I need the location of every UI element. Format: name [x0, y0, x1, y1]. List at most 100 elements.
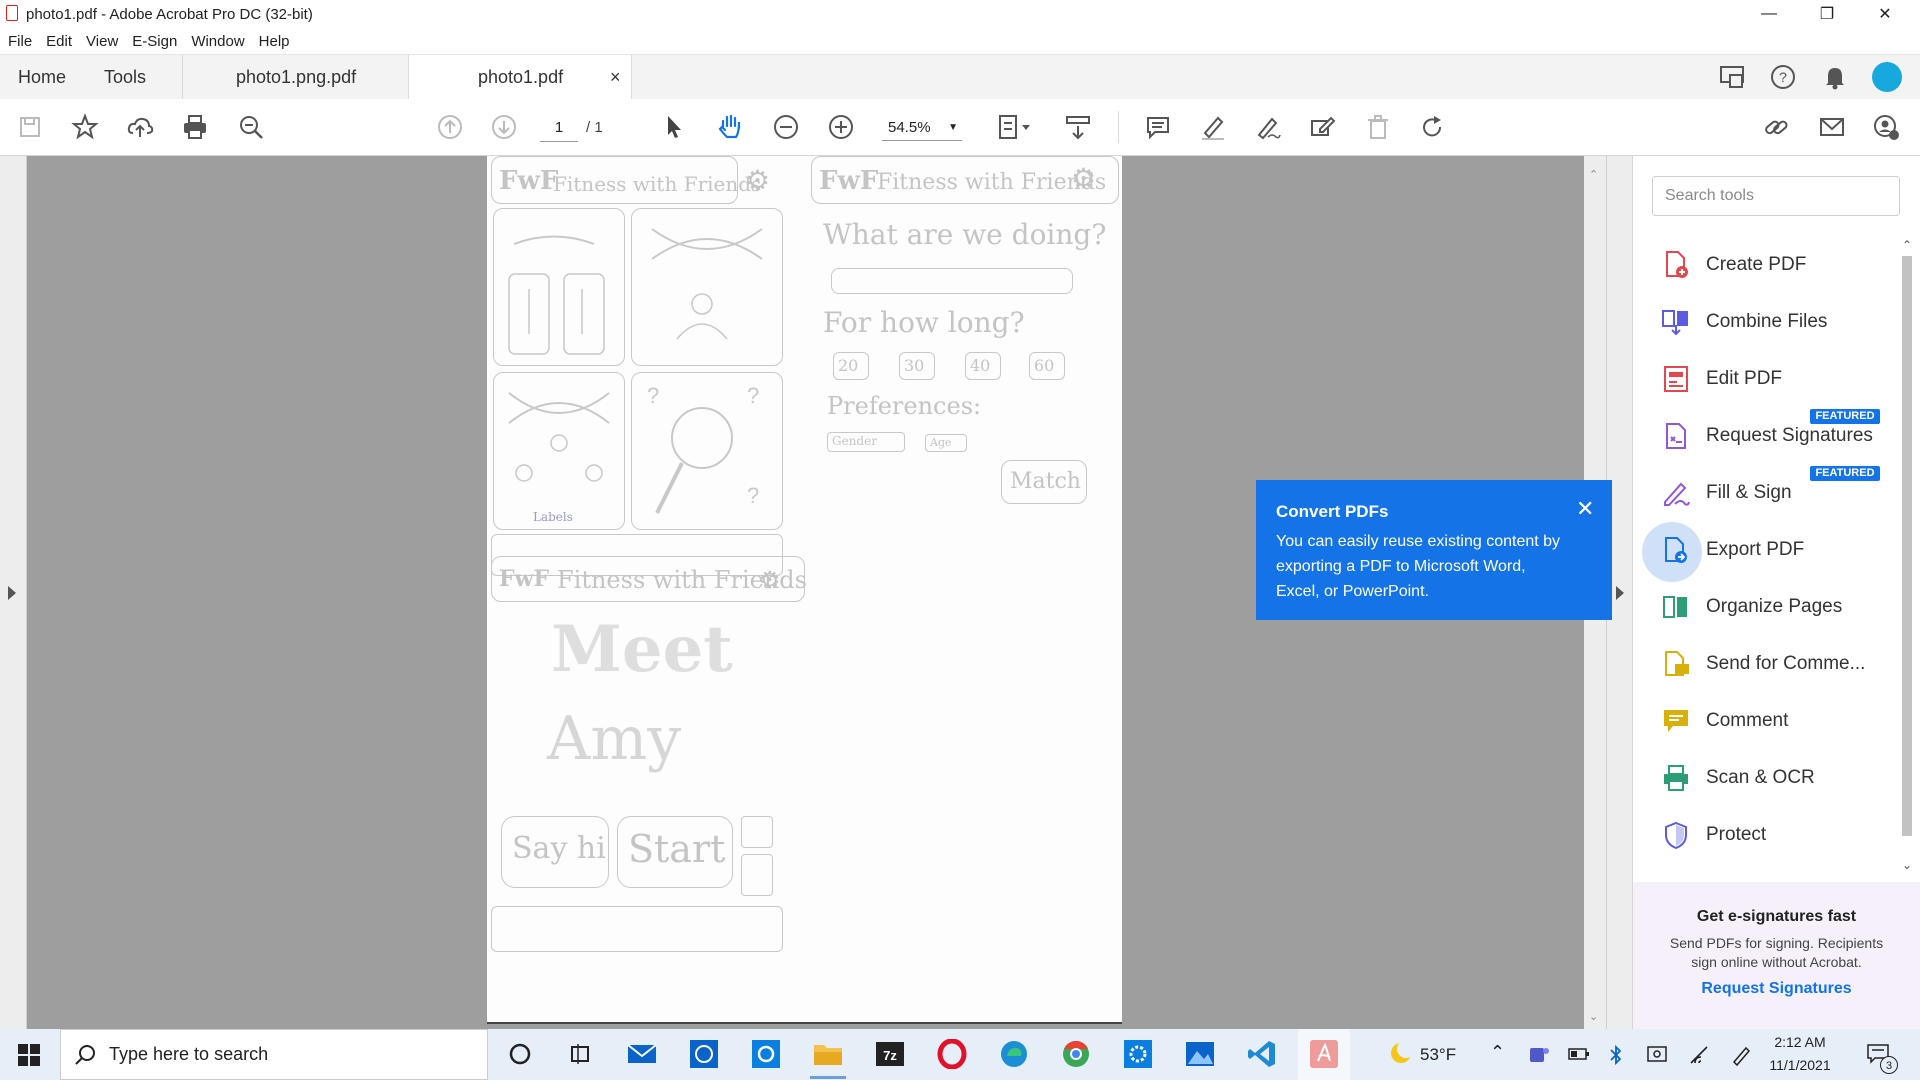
tools-scrollbar[interactable]: ⌃ ⌄ — [1900, 238, 1914, 878]
pen-ink-icon[interactable] — [1730, 1044, 1752, 1071]
windows-start-icon[interactable] — [18, 1044, 40, 1066]
tab-home[interactable]: Home — [18, 55, 66, 99]
sketch-gear-icon: ⚙ — [745, 164, 771, 197]
edit-text-icon[interactable] — [1306, 111, 1338, 143]
search-tools-input[interactable]: Search tools — [1652, 176, 1900, 216]
menu-help[interactable]: Help — [259, 33, 290, 50]
tab-document-photo1-png[interactable]: photo1.png.pdf — [236, 55, 356, 99]
zoom-level-select[interactable]: 54.5% ▼ — [882, 115, 962, 141]
callout-close-icon[interactable]: ✕ — [1576, 496, 1594, 522]
menu-view[interactable]: View — [86, 33, 118, 50]
sketch-duration-question: For how long? — [823, 306, 1025, 339]
restore-button[interactable]: ❐ — [1798, 0, 1856, 28]
vscode-icon[interactable] — [1244, 1036, 1280, 1072]
print-icon[interactable] — [179, 111, 211, 143]
title-bar: photo1.pdf - Adobe Acrobat Pro DC (32-bi… — [0, 0, 1920, 28]
scroll-down-icon[interactable]: ⌄ — [1589, 1010, 1598, 1023]
tool-fill-sign[interactable]: Fill & Sign — [1660, 465, 1900, 521]
tool-comment[interactable]: Comment — [1660, 693, 1900, 749]
collapse-right-panel-icon[interactable] — [1616, 586, 1624, 600]
task-view-icon[interactable] — [562, 1036, 598, 1072]
scroll-down-icon[interactable]: ⌄ — [1902, 858, 1912, 872]
tab-tools[interactable]: Tools — [104, 55, 146, 99]
delete-trash-icon[interactable] — [1362, 111, 1394, 143]
settings-gear-app-icon[interactable] — [1120, 1036, 1156, 1072]
notifications-bell-icon[interactable] — [1820, 63, 1850, 91]
page-bottom-edge — [487, 1022, 1122, 1024]
scroll-mode-icon[interactable] — [1062, 111, 1094, 143]
page-number-input[interactable]: 1 — [540, 115, 578, 142]
tool-protect[interactable]: Protect — [1660, 807, 1900, 863]
menu-file[interactable]: File — [8, 33, 32, 50]
tool-edit-pdf[interactable]: Edit PDF — [1660, 351, 1900, 407]
app-icon-cortana-box[interactable] — [748, 1036, 784, 1072]
previous-page-icon[interactable] — [434, 111, 466, 143]
sketch-preferences: Preferences: — [827, 392, 982, 420]
expand-left-panel-icon[interactable] — [8, 586, 16, 600]
cortana-icon[interactable] — [502, 1036, 538, 1072]
tools-scroll-thumb[interactable] — [1902, 256, 1912, 836]
mail-app-icon[interactable] — [624, 1036, 660, 1072]
chrome-browser-icon[interactable] — [1058, 1036, 1094, 1072]
promo-request-signatures-link[interactable]: Request Signatures — [1633, 980, 1920, 998]
taskbar-search-box[interactable]: Type here to search — [60, 1029, 488, 1080]
scroll-up-icon[interactable]: ⌃ — [1589, 168, 1598, 181]
menu-esign[interactable]: E-Sign — [132, 33, 177, 50]
user-avatar[interactable] — [1872, 62, 1902, 92]
page-fit-icon[interactable] — [994, 111, 1038, 143]
hand-tool-icon[interactable] — [714, 111, 746, 143]
tab-bar: Home Tools photo1.png.pdf photo1.pdf × ? — [0, 54, 1920, 100]
highlight-pen-icon[interactable] — [1197, 111, 1229, 143]
svg-text:?: ? — [1779, 69, 1787, 85]
menu-window[interactable]: Window — [191, 33, 244, 50]
tool-create-pdf[interactable]: Create PDF — [1660, 237, 1900, 293]
help-icon[interactable]: ? — [1768, 63, 1798, 91]
save-icon[interactable] — [14, 111, 46, 143]
weather-temperature[interactable]: 53°F — [1420, 1045, 1456, 1065]
select-cursor-icon[interactable] — [658, 111, 690, 143]
bookmark-star-icon[interactable] — [69, 111, 101, 143]
share-screen-icon[interactable] — [1718, 63, 1748, 91]
tab-document-photo1[interactable]: photo1.pdf — [478, 55, 563, 99]
tool-organize-pages[interactable]: Organize Pages — [1660, 579, 1900, 635]
rotate-icon[interactable] — [1416, 111, 1448, 143]
close-window-button[interactable]: ✕ — [1856, 0, 1914, 28]
show-hidden-icons-chevron-icon[interactable]: ⌃ — [1490, 1042, 1505, 1063]
tool-combine-files[interactable]: Combine Files — [1660, 294, 1900, 350]
menu-edit[interactable]: Edit — [46, 33, 72, 50]
file-explorer-active-indicator — [810, 1076, 846, 1079]
tool-label: Fill & Sign — [1706, 482, 1792, 503]
app-icon-blue-circle[interactable] — [686, 1036, 722, 1072]
tool-request-signatures[interactable]: Request Signatures — [1660, 408, 1900, 464]
email-envelope-icon[interactable] — [1816, 111, 1848, 143]
add-comment-icon[interactable] — [1142, 111, 1174, 143]
sign-pen-icon[interactable] — [1252, 111, 1284, 143]
scroll-up-icon[interactable]: ⌃ — [1902, 238, 1912, 252]
taskbar-search-placeholder: Type here to search — [109, 1044, 269, 1064]
photos-app-icon[interactable] — [1182, 1036, 1218, 1072]
tool-send-for-comment[interactable]: Send for Comme... — [1660, 636, 1900, 692]
search-zoom-icon[interactable] — [235, 111, 267, 143]
clock-time[interactable]: 2:12 AM — [1764, 1034, 1836, 1050]
share-link-icon[interactable] — [1760, 111, 1792, 143]
wifi-icon[interactable] — [1688, 1044, 1712, 1071]
upload-cloud-icon[interactable] — [124, 111, 156, 143]
edge-browser-icon[interactable] — [996, 1036, 1032, 1072]
tool-scan-ocr[interactable]: Scan & OCR — [1660, 750, 1900, 806]
clock-date[interactable]: 11/1/2021 — [1764, 1057, 1836, 1073]
tool-export-pdf[interactable]: Export PDF — [1660, 522, 1900, 578]
opera-browser-icon[interactable] — [934, 1036, 970, 1072]
teams-icon[interactable] — [1528, 1044, 1550, 1071]
bluetooth-icon[interactable] — [1608, 1044, 1624, 1071]
minimize-button[interactable]: — — [1740, 0, 1798, 28]
pdf-page: FwF Fitness with Friends ⚙ Labels ??? Fw… — [487, 156, 1122, 1024]
display-settings-icon[interactable] — [1646, 1044, 1668, 1071]
zoom-in-icon[interactable] — [825, 111, 857, 143]
battery-icon[interactable] — [1568, 1046, 1590, 1067]
next-page-icon[interactable] — [488, 111, 520, 143]
tab-close-icon[interactable]: × — [610, 55, 621, 99]
7zip-icon[interactable]: 7z — [872, 1036, 908, 1072]
add-user-icon[interactable] — [1870, 111, 1902, 143]
file-explorer-icon[interactable] — [810, 1036, 846, 1072]
zoom-out-icon[interactable] — [770, 111, 802, 143]
